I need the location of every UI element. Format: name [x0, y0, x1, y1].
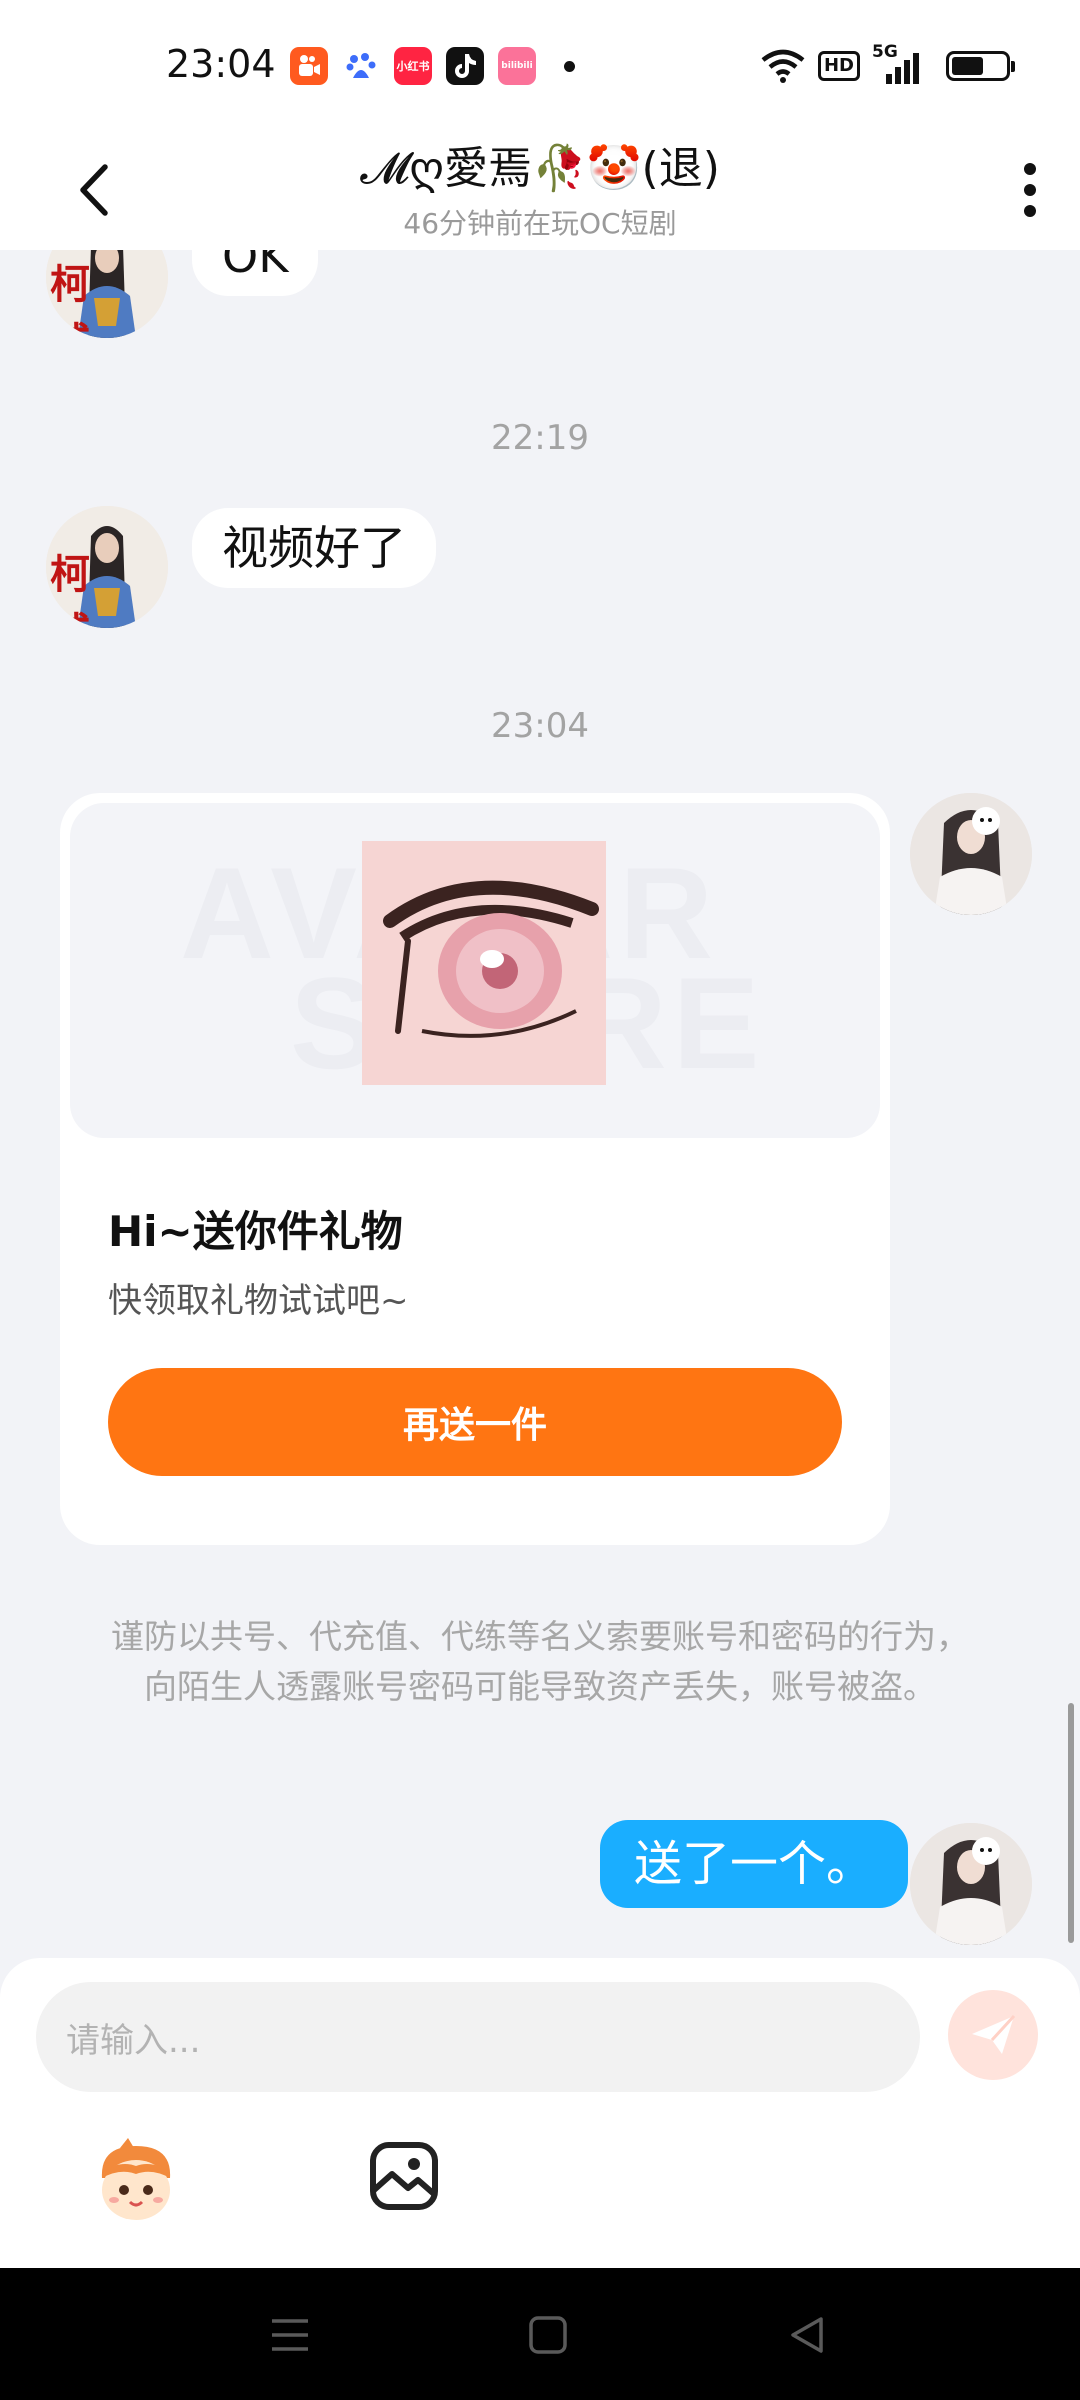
battery-icon	[946, 51, 1015, 81]
gift-image-area: AVATAR STORE	[70, 803, 880, 1138]
emoji-mascot-button[interactable]	[90, 2138, 182, 2230]
scrollbar[interactable]	[1068, 1703, 1074, 1943]
chat-header: 𝓜ღ愛焉🥀🤡(退) 46分钟前在玩OC短剧	[0, 130, 1080, 250]
send-button[interactable]	[948, 1990, 1038, 2080]
message-bubble[interactable]: 视频好了	[192, 508, 436, 588]
chat-title: 𝓜ღ愛焉🥀🤡(退)	[360, 143, 720, 194]
status-indicators: HD 5G	[760, 42, 1015, 86]
signal-icon: 5G	[872, 42, 920, 86]
chat-subtitle: 46分钟前在玩OC短剧	[403, 207, 677, 240]
avatar-overlay-text: 柯威	[50, 551, 112, 628]
input-panel: 请输入...	[0, 1958, 1080, 2268]
back-button[interactable]	[62, 150, 126, 230]
triangle-back-icon	[791, 2317, 823, 2353]
baidu-app-icon	[342, 47, 380, 85]
chevron-left-icon	[80, 164, 108, 216]
menu-lines-icon	[272, 2319, 308, 2351]
timestamp-label: 22:19	[491, 418, 589, 458]
xiaohongshu-app-icon: 小红书	[394, 47, 432, 85]
gift-eye-image	[362, 841, 606, 1085]
home-button[interactable]	[523, 2310, 573, 2360]
contact-avatar[interactable]: 柯威	[46, 250, 168, 338]
kuaishou-app-icon	[290, 47, 328, 85]
network-type-label: 5G	[872, 42, 898, 62]
more-notifications-dot	[564, 60, 575, 72]
my-avatar-image	[910, 793, 1032, 915]
more-options-button[interactable]	[1000, 150, 1060, 230]
chat-title-block: 𝓜ღ愛焉🥀🤡(退) 46分钟前在玩OC短剧	[190, 132, 890, 242]
status-app-icons: 小红书 bilibili	[290, 47, 575, 85]
system-nav-bar	[0, 2268, 1080, 2400]
more-vertical-icon	[1024, 163, 1036, 217]
message-bubble[interactable]: OK	[192, 250, 319, 296]
hd-badge: HD	[817, 51, 860, 81]
wifi-icon	[761, 49, 805, 83]
gift-card[interactable]: AVATAR STORE Hi~送你件礼物 快领取礼物试试吧~ 再送一件	[60, 793, 890, 1545]
square-icon	[529, 2316, 567, 2354]
image-icon	[370, 2142, 438, 2210]
battery-level-fill	[952, 57, 983, 75]
my-avatar[interactable]	[910, 1823, 1032, 1945]
contact-avatar[interactable]: 柯威	[46, 506, 168, 628]
send-icon	[972, 2014, 1016, 2054]
back-nav-button[interactable]	[782, 2310, 832, 2360]
recent-apps-button[interactable]	[265, 2310, 315, 2360]
gift-card-title: Hi~送你件礼物	[108, 1207, 403, 1256]
gift-card-subtitle: 快领取礼物试试吧~	[108, 1281, 409, 1321]
bilibili-app-icon: bilibili	[498, 47, 536, 85]
send-another-gift-button[interactable]: 再送一件	[108, 1368, 842, 1476]
chat-messages[interactable]: 柯威 OK 22:19 柯威 视频好了 23:04 AVATAR S	[0, 250, 1080, 1958]
avatar-overlay-text: 柯威	[50, 261, 112, 338]
status-time: 23:04	[166, 42, 276, 86]
my-avatar-image	[910, 1823, 1032, 1945]
image-picker-button[interactable]	[368, 2140, 440, 2212]
timestamp-label: 23:04	[491, 706, 589, 746]
status-bar: 23:04 小红书 bilibili HD 5G	[0, 0, 1080, 130]
mascot-face-icon	[101, 2138, 171, 2220]
my-avatar[interactable]	[910, 793, 1032, 915]
outgoing-message-bubble[interactable]: 送了一个。	[600, 1820, 909, 1908]
douyin-app-icon	[446, 47, 484, 85]
security-notice: 谨防以共号、代充值、代练等名义索要账号和密码的行为，向陌生人透露账号密码可能导致…	[111, 1617, 969, 1706]
message-input[interactable]: 请输入...	[36, 1982, 920, 2092]
